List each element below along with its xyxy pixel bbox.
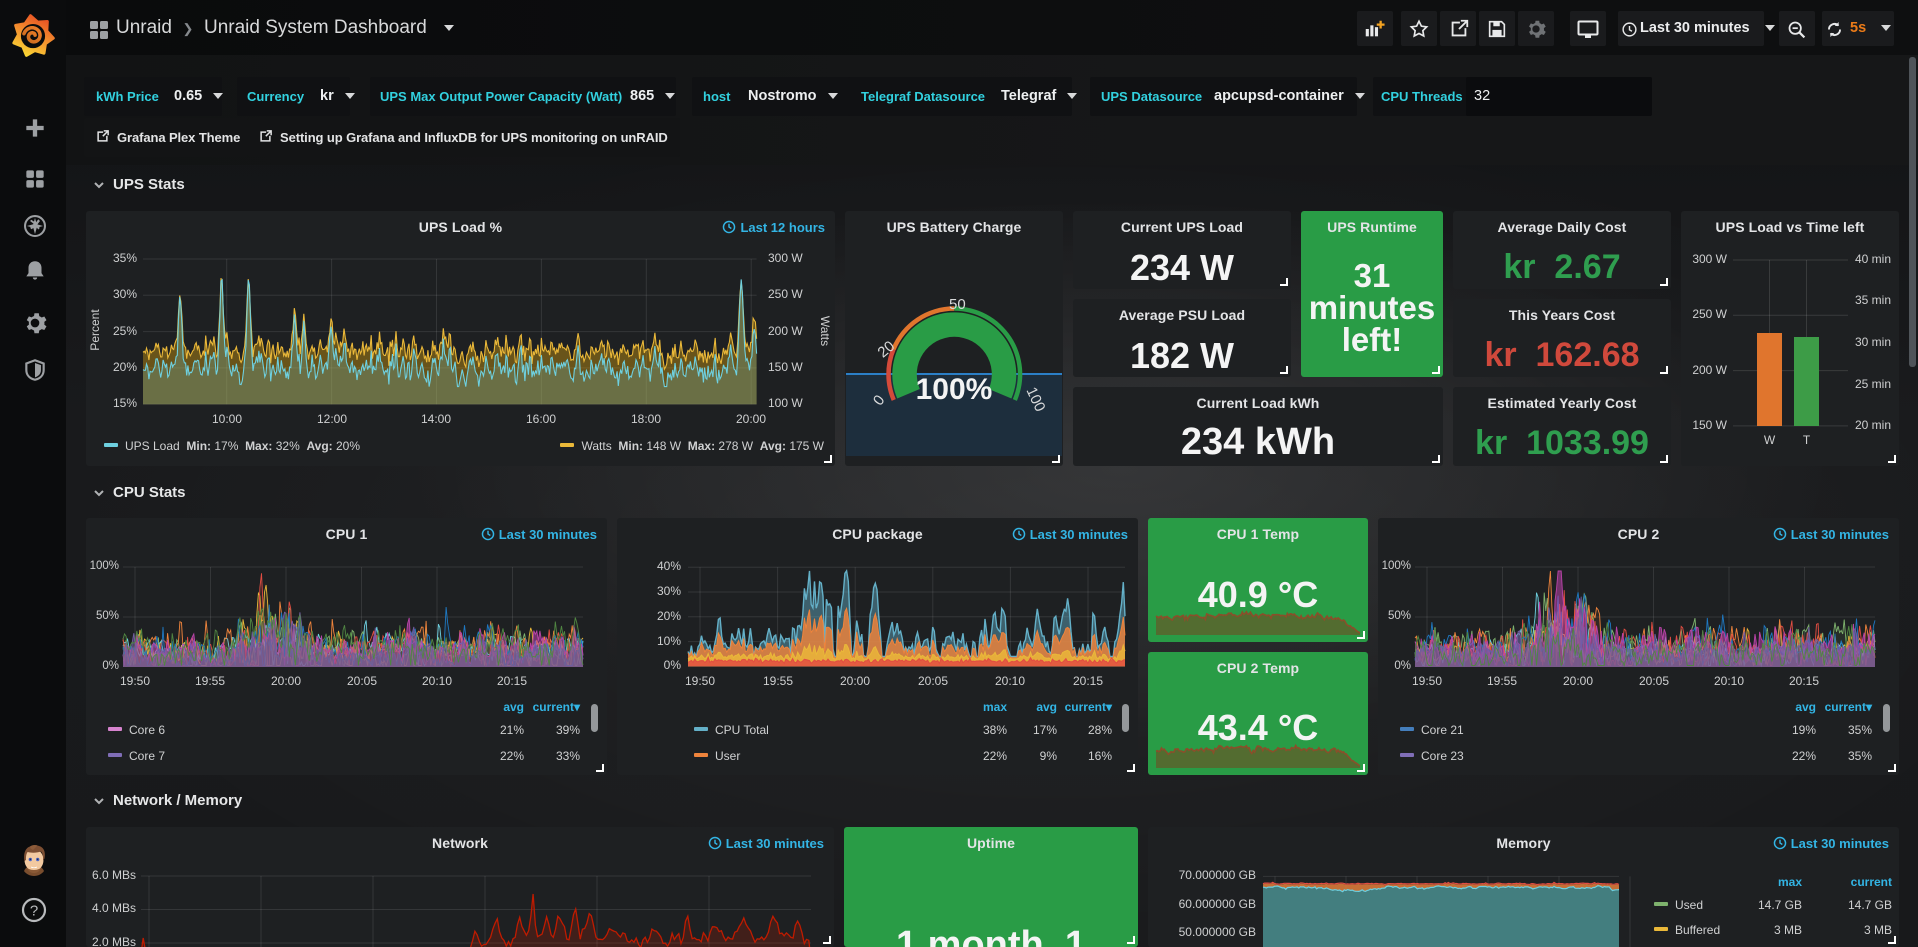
svg-text:?: ?	[30, 903, 38, 920]
